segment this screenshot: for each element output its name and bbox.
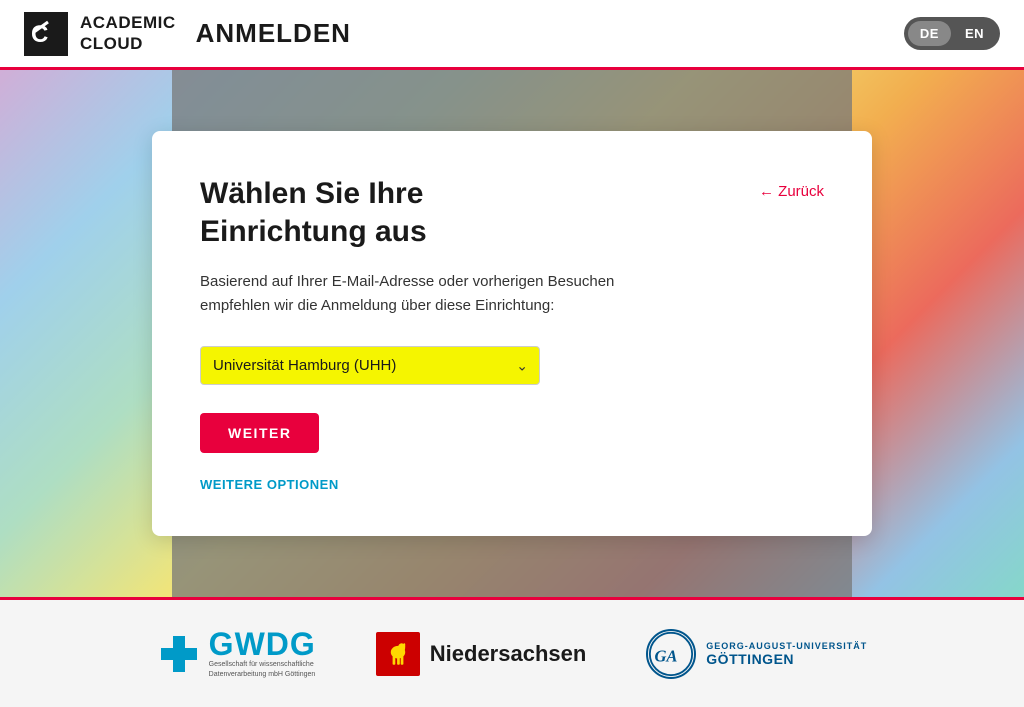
more-options-link[interactable]: WEITERE OPTIONEN [200, 477, 824, 492]
institution-dropdown-wrapper: Universität Hamburg (UHH) ⌄ [200, 346, 540, 385]
academic-cloud-logo-icon: C [24, 12, 68, 56]
svg-text:GA: GA [655, 646, 678, 665]
footer: GWDG Gesellschaft für wissenschaftlicheD… [0, 597, 1024, 707]
back-link[interactable]: ← Zurück [759, 183, 824, 200]
lang-en-button[interactable]: EN [953, 21, 996, 46]
card-description: Basierend auf Ihrer E-Mail-Adresse oder … [200, 270, 620, 318]
institution-dropdown[interactable]: Universität Hamburg (UHH) [200, 346, 540, 385]
content-wrapper: Wählen Sie Ihre Einrichtung aus ← Zurück… [0, 70, 1024, 597]
logo-text: ACADEMIC CLOUD [80, 13, 176, 54]
georg-university-bottom: GÖTTINGEN [706, 651, 867, 667]
georg-university-top: GEORG-AUGUST-UNIVERSITÄT [706, 641, 867, 651]
language-toggle: DE EN [904, 17, 1000, 50]
georg-text: GEORG-AUGUST-UNIVERSITÄT GÖTTINGEN [706, 641, 867, 667]
gwdg-text: GWDG Gesellschaft für wissenschaftlicheD… [209, 628, 316, 678]
ga-initials-circle: GA [646, 629, 696, 679]
gwdg-name: GWDG [209, 628, 316, 660]
card-title: Wählen Sie Ihre Einrichtung aus [200, 175, 560, 250]
niedersachsen-label: Niedersachsen [430, 641, 587, 667]
gwdg-subtitle: Gesellschaft für wissenschaftlicheDatenv… [209, 660, 316, 678]
gwdg-cross-icon [157, 632, 201, 676]
app-header: C ACADEMIC CLOUD ANMELDEN DE EN [0, 0, 1024, 70]
main-content: Wählen Sie Ihre Einrichtung aus ← Zurück… [0, 70, 1024, 597]
gwdg-logo: GWDG Gesellschaft für wissenschaftlicheD… [157, 628, 316, 678]
lang-de-button[interactable]: DE [908, 21, 951, 46]
card-header-row: Wählen Sie Ihre Einrichtung aus ← Zurück [200, 175, 824, 250]
page-title: ANMELDEN [196, 18, 351, 49]
login-card: Wählen Sie Ihre Einrichtung aus ← Zurück… [152, 131, 872, 536]
niedersachsen-horse-badge [376, 632, 420, 676]
georg-august-logo: GA GEORG-AUGUST-UNIVERSITÄT GÖTTINGEN [646, 629, 867, 679]
card-inner: Wählen Sie Ihre Einrichtung aus ← Zurück… [200, 175, 824, 492]
header-left: C ACADEMIC CLOUD ANMELDEN [24, 12, 351, 56]
weiter-button[interactable]: WEITER [200, 413, 319, 453]
logo-area: C ACADEMIC CLOUD [24, 12, 176, 56]
niedersachsen-logo: Niedersachsen [376, 632, 587, 676]
